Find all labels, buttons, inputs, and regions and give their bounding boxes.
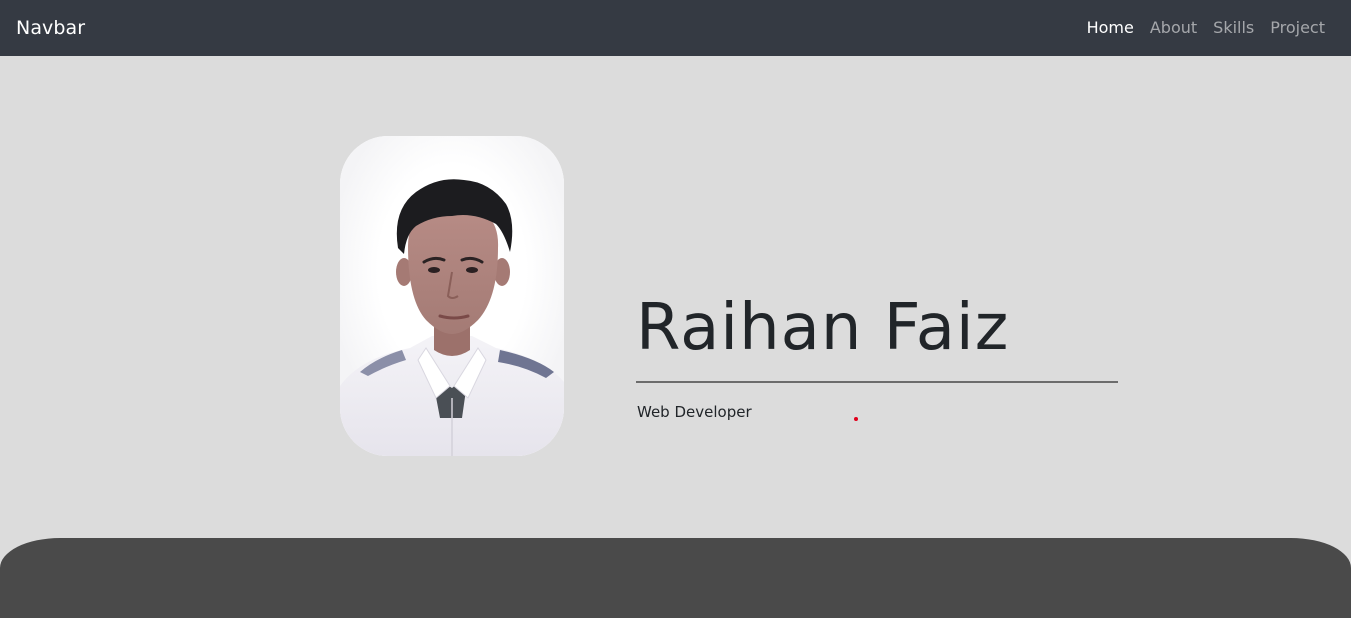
nav-link-home[interactable]: Home	[1087, 17, 1134, 39]
navbar: Navbar Home About Skills Project	[0, 0, 1351, 56]
hero-role: Web Developer	[637, 403, 752, 421]
nav-link-about[interactable]: About	[1150, 17, 1197, 39]
mouse-cursor-dot	[854, 417, 858, 421]
navbar-brand[interactable]: Navbar	[16, 16, 85, 40]
nav-links: Home About Skills Project	[1087, 17, 1325, 39]
hero-divider	[636, 381, 1118, 383]
nav-link-skills[interactable]: Skills	[1213, 17, 1254, 39]
hero-name: Raihan Faiz	[636, 291, 1010, 365]
nav-link-project[interactable]: Project	[1270, 17, 1325, 39]
bottom-section	[0, 538, 1351, 618]
profile-photo	[340, 136, 564, 456]
profile-photo-illustration	[340, 136, 564, 456]
